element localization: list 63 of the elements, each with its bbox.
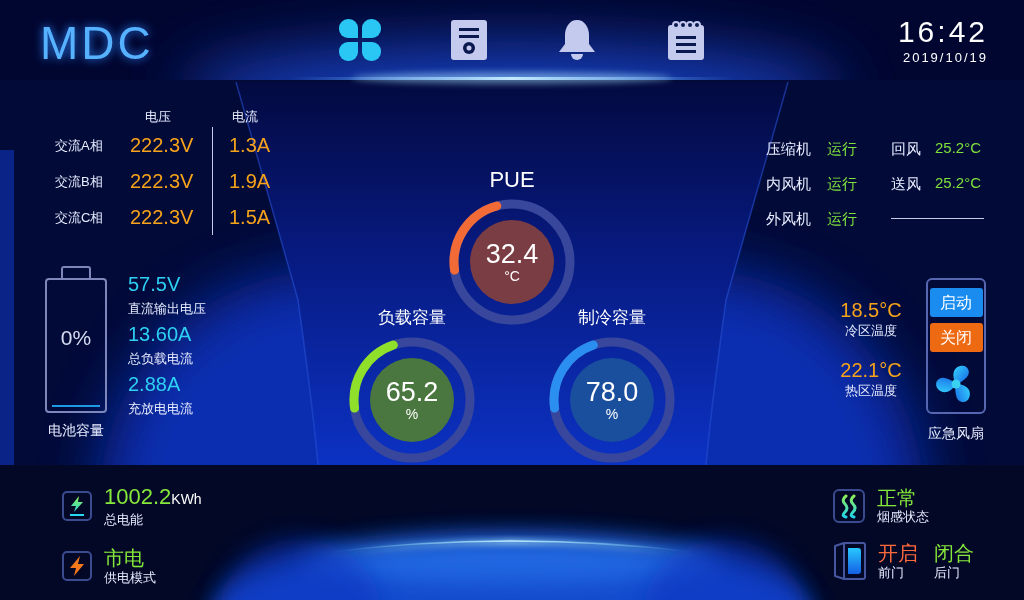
door-status: 闭合 [934, 541, 974, 565]
air-label: 送风 [891, 174, 921, 192]
gauge-unit: % [605, 406, 619, 422]
energy-label: 总电能 [104, 512, 144, 528]
power-mode-value: 市电 [104, 546, 145, 570]
gauge-value: 78.0 [585, 378, 639, 406]
air-temperature: 25.2°C [935, 138, 982, 159]
gauge-value: 65.2 [385, 378, 439, 406]
fan-label: 应急风扇 [928, 424, 984, 442]
voltage-value: 222.3V [130, 206, 194, 228]
gauge-title: 制冷容量 [578, 307, 646, 329]
dc-label: 总负载电流 [128, 350, 194, 368]
gauge-title: 负载容量 [378, 307, 446, 329]
equipment-status: 运行 [827, 139, 857, 157]
dc-label: 充放电电流 [128, 400, 194, 418]
gauge-unit: % [405, 406, 419, 422]
lightning-bolt-icon [62, 551, 92, 581]
energy-unit: KWh [171, 490, 202, 509]
lightning-bolt-icon [62, 491, 92, 521]
door-status: 开启 [878, 541, 918, 565]
equipment-name: 压缩机 [766, 139, 811, 157]
equipment-name: 外风机 [766, 209, 811, 227]
smoke-label: 烟感状态 [877, 509, 929, 525]
gauge-unit: °C [504, 268, 520, 284]
phase-label: 交流A相 [55, 138, 103, 153]
clock-date: 2019/10/19 [902, 50, 988, 66]
zone-label: 冷区温度 [845, 322, 897, 340]
fan-button[interactable]: 启动 [929, 288, 983, 317]
phase-label: 交流B相 [55, 174, 103, 189]
battery-label: 电池容量 [48, 421, 104, 439]
column-header: 电压 [145, 109, 171, 124]
current-value: 1.5A [229, 205, 271, 230]
dc-value: 2.88A [128, 372, 182, 396]
energy-value: 1002.2 [104, 484, 172, 510]
door-label: 后门 [934, 565, 961, 581]
door-icon [833, 541, 867, 581]
zone-temperature: 22.1°C [840, 358, 902, 382]
equipment-name: 内风机 [766, 174, 811, 192]
zone-label: 热区温度 [845, 382, 897, 400]
power-mode-label: 供电模式 [104, 570, 156, 586]
current-value: 1.9A [229, 169, 271, 194]
phase-label: 交流C相 [55, 210, 104, 225]
dc-label: 直流输出电压 [128, 300, 206, 318]
zone-temperature: 18.5°C [840, 298, 902, 322]
air-temperature: 25.2°C [935, 173, 982, 194]
battery-percentage: 0% [60, 324, 92, 351]
equipment-status: 运行 [827, 209, 857, 227]
voltage-value: 222.3V [130, 170, 194, 192]
air-label: 回风 [891, 139, 921, 157]
voltage-value: 222.3V [130, 134, 194, 156]
gauge-title: PUE [489, 167, 535, 193]
column-header: 电流 [232, 109, 258, 124]
clock-time: 16:42 [897, 16, 988, 48]
gauge-value: 32.4 [485, 240, 539, 268]
fan-button[interactable]: 关闭 [929, 323, 983, 352]
smoke-wave-icon [833, 489, 865, 523]
door-label: 前门 [878, 565, 905, 581]
equipment-status: 运行 [827, 174, 857, 192]
smoke-status: 正常 [877, 487, 918, 509]
dc-value: 57.5V [128, 272, 182, 296]
logo-text: MDC [40, 17, 154, 69]
current-value: 1.3A [229, 133, 271, 158]
dc-value: 13.60A [128, 322, 193, 346]
